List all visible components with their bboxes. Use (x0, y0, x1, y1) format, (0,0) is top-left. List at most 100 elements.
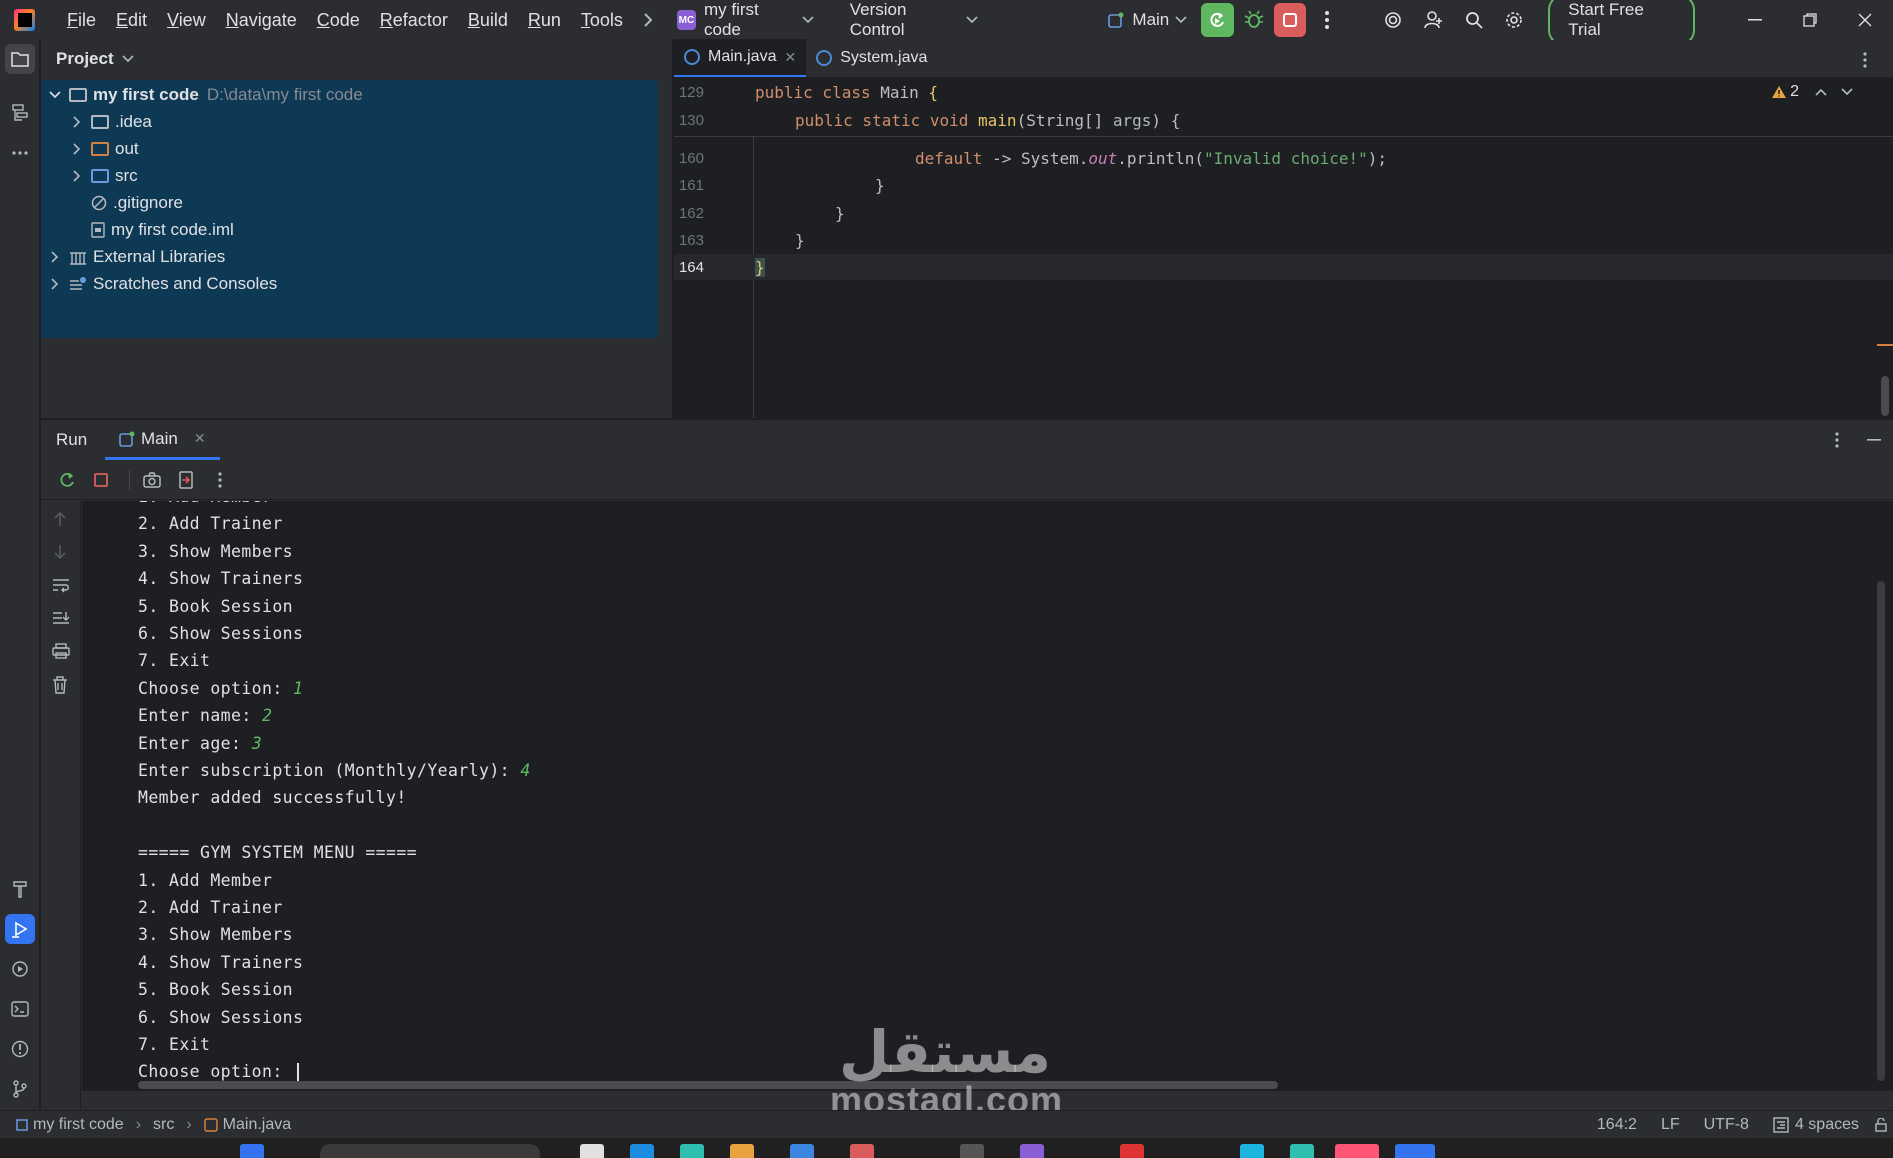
run-config-selector[interactable]: Main (1132, 10, 1169, 30)
terminal-tool-icon[interactable] (5, 994, 35, 1024)
menu-refactor[interactable]: Refactor (370, 10, 458, 31)
taskbar-app-icon[interactable] (580, 1144, 604, 1158)
editor-scrollbar[interactable] (1881, 376, 1889, 416)
menu-code[interactable]: Code (307, 10, 370, 31)
services-tool-icon[interactable] (5, 954, 35, 984)
lock-icon[interactable] (1875, 1117, 1887, 1132)
structure-tool-icon[interactable] (5, 98, 35, 128)
rerun-button[interactable] (1201, 3, 1234, 37)
add-user-icon[interactable] (1417, 3, 1449, 37)
taskbar-app-icon[interactable] (790, 1144, 814, 1158)
scroll-down-icon[interactable] (52, 544, 68, 560)
tree-item-external-libraries[interactable]: External Libraries (47, 244, 225, 270)
rerun-icon[interactable] (53, 466, 81, 494)
taskbar-app-icon[interactable] (1020, 1144, 1044, 1158)
taskbar-app-icon[interactable] (730, 1144, 754, 1158)
close-window-icon[interactable] (1838, 0, 1893, 40)
console-vertical-scrollbar[interactable] (1877, 581, 1885, 1081)
taskbar-app-icon[interactable] (1335, 1144, 1379, 1158)
chevron-down-icon[interactable] (802, 16, 814, 24)
hide-panel-icon[interactable] (1867, 439, 1881, 441)
caret-position[interactable]: 164:2 (1597, 1116, 1637, 1134)
console-output[interactable]: 1. Add Member 2. Add Trainer 3. Show Membe… (82, 501, 1893, 1091)
close-icon[interactable]: ✕ (194, 430, 206, 447)
menu-run[interactable]: Run (518, 10, 571, 31)
taskbar-app-icon[interactable] (1290, 1144, 1314, 1158)
exit-icon[interactable] (172, 466, 200, 494)
stop-icon[interactable] (87, 466, 115, 494)
camera-icon[interactable] (138, 466, 166, 494)
expand-arrow-icon[interactable] (69, 170, 85, 182)
minimize-window-icon[interactable] (1727, 0, 1782, 40)
stop-button[interactable] (1274, 3, 1307, 37)
project-tree[interactable]: my first code D:\data\my first code .ide… (41, 80, 658, 338)
intellij-logo-icon[interactable] (14, 9, 35, 31)
taskbar-app-icon[interactable] (240, 1144, 264, 1158)
project-switcher[interactable]: my first code (704, 0, 796, 40)
project-panel-title[interactable]: Project (56, 49, 114, 69)
more-actions-icon[interactable] (1310, 3, 1342, 37)
project-panel-header[interactable]: Project (41, 40, 672, 78)
menu-edit[interactable]: Edit (106, 10, 157, 31)
close-icon[interactable]: ✕ (784, 49, 796, 66)
taskbar-app-icon[interactable] (680, 1144, 704, 1158)
menu-navigate[interactable]: Navigate (216, 10, 307, 31)
breadcrumb-project[interactable]: my first code (16, 1116, 124, 1134)
tree-item-out[interactable]: out (69, 136, 139, 162)
taskbar-app-icon[interactable] (630, 1144, 654, 1158)
scroll-to-end-icon[interactable] (52, 610, 70, 626)
tab-main-java[interactable]: Main.java ✕ (674, 39, 807, 77)
more-icon[interactable] (206, 466, 234, 494)
run-options-icon[interactable] (1835, 432, 1839, 448)
tab-system-java[interactable]: System.java (806, 39, 937, 77)
trash-icon[interactable] (52, 676, 68, 694)
tree-item-src[interactable]: src (69, 163, 138, 189)
menu-build[interactable]: Build (458, 10, 518, 31)
taskbar-app-icon[interactable] (850, 1144, 874, 1158)
expand-arrow-icon[interactable] (47, 278, 63, 290)
build-tool-icon[interactable] (5, 874, 35, 904)
taskbar-app-icon[interactable] (1395, 1144, 1435, 1158)
tree-item-idea[interactable]: .idea (69, 109, 152, 135)
expand-arrow-icon[interactable] (69, 143, 85, 155)
print-icon[interactable] (52, 643, 70, 659)
soft-wrap-icon[interactable] (52, 577, 70, 593)
tab-run-main[interactable]: Main ✕ (105, 420, 220, 460)
console-horizontal-scrollbar[interactable] (138, 1081, 1278, 1089)
breadcrumb-src[interactable]: src (153, 1116, 174, 1134)
search-icon[interactable] (1458, 3, 1490, 37)
taskbar-app-icon[interactable] (960, 1144, 984, 1158)
tree-item-iml[interactable]: my first code.iml (91, 217, 234, 243)
code-editor[interactable]: Main.java ✕ System.java 129 public class… (674, 39, 1893, 418)
more-menus-chevron-icon[interactable] (643, 13, 653, 27)
git-tool-icon[interactable] (5, 1074, 35, 1104)
tree-item-root[interactable]: my first code D:\data\my first code (47, 82, 363, 108)
line-ending[interactable]: LF (1661, 1116, 1680, 1134)
tree-item-gitignore[interactable]: .gitignore (91, 190, 183, 216)
menu-tools[interactable]: Tools (571, 10, 633, 31)
expand-arrow-icon[interactable] (47, 91, 63, 99)
chevron-down-icon[interactable] (122, 55, 134, 63)
taskbar-app-icon[interactable] (1120, 1144, 1144, 1158)
project-tool-icon[interactable] (5, 44, 35, 74)
chevron-down-icon[interactable] (966, 16, 978, 24)
more-tools-icon[interactable] (5, 138, 35, 168)
next-highlight-icon[interactable] (1841, 88, 1853, 96)
scroll-up-icon[interactable] (52, 511, 68, 527)
inspection-widget[interactable]: 2 (1771, 83, 1853, 101)
expand-arrow-icon[interactable] (69, 116, 85, 128)
taskbar-search-box[interactable] (320, 1144, 540, 1158)
menu-view[interactable]: View (157, 10, 216, 31)
previous-highlight-icon[interactable] (1815, 88, 1827, 96)
restore-window-icon[interactable] (1783, 0, 1838, 40)
file-encoding[interactable]: UTF-8 (1704, 1116, 1749, 1134)
gear-icon[interactable] (1498, 3, 1530, 37)
vcs-menu[interactable]: Version Control (850, 0, 961, 40)
error-stripe-marker[interactable] (1877, 344, 1893, 346)
menu-file[interactable]: File (57, 10, 106, 31)
indent-setting[interactable]: 4 spaces (1773, 1116, 1859, 1134)
text-caret[interactable] (297, 1062, 300, 1083)
problems-tool-icon[interactable] (5, 1034, 35, 1064)
tree-item-scratches[interactable]: Scratches and Consoles (47, 271, 277, 297)
editor-options-icon[interactable] (1863, 52, 1867, 68)
